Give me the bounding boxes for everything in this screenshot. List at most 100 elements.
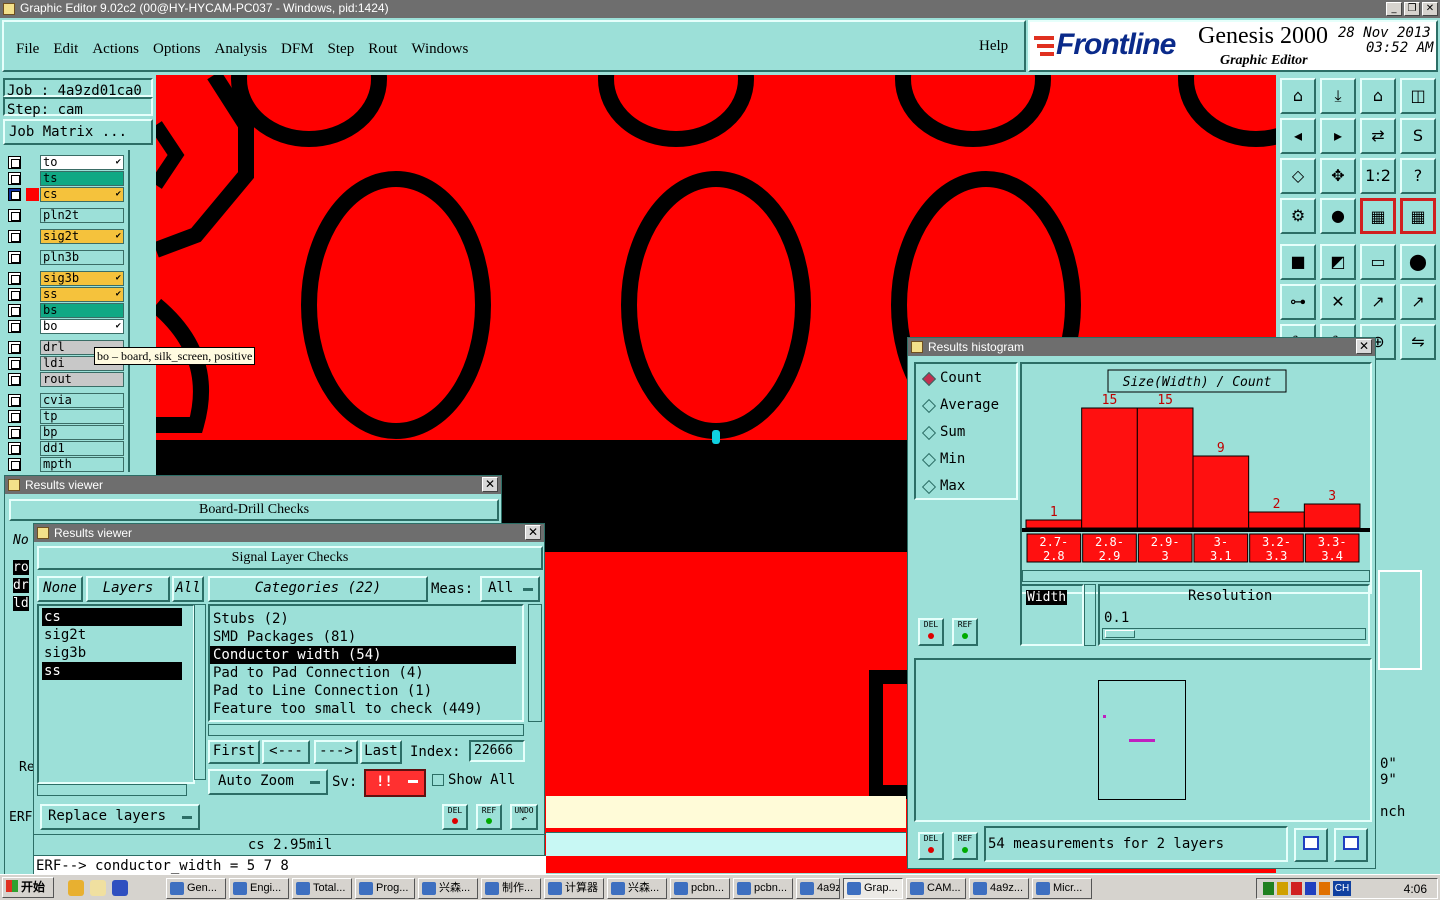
layer-list-scrollbar[interactable] <box>128 150 154 472</box>
ref-button[interactable]: REF <box>476 804 502 830</box>
tray-icon[interactable] <box>1263 882 1274 895</box>
meas-dropdown[interactable]: All <box>480 576 540 602</box>
layer-name[interactable]: sig2t ✔ <box>40 229 124 244</box>
layer-visibility-checkbox[interactable] <box>8 341 21 354</box>
toolbar-ruler-button[interactable]: ▭ <box>1360 244 1396 280</box>
input-language-indicator[interactable]: CH <box>1333 881 1351 896</box>
toolbar-grid-red-button[interactable]: ▦ <box>1360 198 1396 234</box>
layer-name[interactable]: to ✔ <box>40 155 124 170</box>
menu-item-actions[interactable]: Actions <box>92 41 139 58</box>
toolbar-settings-button[interactable]: ⚙ <box>1280 198 1316 234</box>
result-layer-item[interactable]: sig3b <box>42 644 182 662</box>
prev-button[interactable]: <--- <box>262 740 310 764</box>
layer-name[interactable]: bp <box>40 425 124 440</box>
taskbar-item[interactable]: Gen... <box>166 878 226 899</box>
toolbar-x-button[interactable]: ✕ <box>1320 284 1356 320</box>
toolbar-home-button[interactable]: ⌂ <box>1280 78 1316 114</box>
layer-visibility-checkbox[interactable] <box>8 458 21 471</box>
restore-button[interactable]: ❐ <box>1404 2 1420 16</box>
toolbar-node-button[interactable]: ⊶ <box>1280 284 1316 320</box>
result-layer-item[interactable]: cs <box>42 608 182 626</box>
layer-row-dd1[interactable]: dd1 <box>6 441 124 456</box>
histogram-bar[interactable] <box>1025 519 1083 529</box>
layer-row-mpth[interactable]: mpth <box>6 457 124 472</box>
layer-name[interactable]: cvia <box>40 393 124 408</box>
layer-visibility-checkbox[interactable] <box>8 394 21 407</box>
option-min[interactable]: Min <box>922 451 965 467</box>
layer-row-ts[interactable]: ts <box>6 171 124 186</box>
layer-row-ss[interactable]: ss ✔ <box>6 287 124 302</box>
layer-row-tp[interactable]: tp <box>6 409 124 424</box>
all-button[interactable]: All <box>172 576 204 602</box>
toolbar-grid-red2-button[interactable]: ▦ <box>1400 198 1436 234</box>
category-item[interactable]: SMD Packages (81) <box>210 628 516 646</box>
layer-visibility-checkbox[interactable] <box>8 288 21 301</box>
layer-list-hscroll[interactable] <box>37 784 187 796</box>
toolbar-flip-button[interactable]: ⇄ <box>1360 118 1396 154</box>
layer-visibility-checkbox[interactable] <box>8 172 21 185</box>
category-item[interactable]: Feature too small to check (449) <box>210 700 516 718</box>
layer-visibility-checkbox[interactable] <box>8 230 21 243</box>
layer-visibility-checkbox[interactable] <box>8 357 21 370</box>
layer-visibility-checkbox[interactable] <box>8 188 21 201</box>
histogram-bar[interactable] <box>1136 407 1194 529</box>
layer-row-sig3b[interactable]: sig3b ✔ <box>6 271 124 286</box>
doc-icon[interactable] <box>90 880 106 896</box>
option-max[interactable]: Max <box>922 478 965 494</box>
histogram-bar[interactable] <box>1303 503 1361 529</box>
help-menu[interactable]: Help <box>979 38 1008 55</box>
layer-name[interactable]: bs <box>40 303 124 318</box>
toolbar-s-button[interactable]: S <box>1400 118 1436 154</box>
next-button[interactable]: ---> <box>314 740 358 764</box>
zoom-all-button[interactable] <box>1334 828 1368 862</box>
category-item[interactable]: Conductor width (54) <box>210 646 516 664</box>
menu-item-windows[interactable]: Windows <box>411 41 468 58</box>
toolbar-probe-button[interactable]: ● <box>1320 198 1356 234</box>
layer-row-bo[interactable]: bo ✔ <box>6 319 124 334</box>
zoom-to-result-button[interactable] <box>1294 828 1328 862</box>
taskbar-item[interactable]: Grap... <box>843 878 903 899</box>
layer-name[interactable]: rout <box>40 372 124 387</box>
layer-name[interactable]: mpth <box>40 457 124 472</box>
close-button[interactable]: ✕ <box>1356 339 1372 354</box>
taskbar-item[interactable]: Micr... <box>1032 878 1092 899</box>
result-layer-item[interactable]: ss <box>42 662 182 680</box>
toolbar-download-button[interactable]: ⤓ <box>1320 78 1356 114</box>
layer-row-rout[interactable]: rout <box>6 372 124 387</box>
menu-item-edit[interactable]: Edit <box>53 41 78 58</box>
result-layer-item[interactable]: sig2t <box>42 626 182 644</box>
close-button[interactable]: ✕ <box>525 525 541 540</box>
del-button[interactable]: DEL <box>442 804 468 830</box>
none-button[interactable]: None <box>37 576 83 602</box>
media-icon[interactable] <box>68 880 84 896</box>
layer-visibility-checkbox[interactable] <box>8 410 21 423</box>
layer-visibility-checkbox[interactable] <box>8 320 21 333</box>
layer-visibility-checkbox[interactable] <box>8 304 21 317</box>
taskbar-item[interactable]: CAM... <box>906 878 966 899</box>
taskbar-item[interactable]: 制作... <box>481 878 541 899</box>
toolbar-house-button[interactable]: ⌂ <box>1360 78 1396 114</box>
layer-name[interactable]: pln3b <box>40 250 124 265</box>
toolbar-snap-button[interactable]: ■ <box>1280 244 1316 280</box>
result-layer-list[interactable]: cs sig2t sig3b ss <box>37 604 195 784</box>
option-average[interactable]: Average <box>922 397 999 413</box>
category-item[interactable]: Stubs (2) <box>210 610 516 628</box>
show-all-checkbox[interactable] <box>432 774 444 786</box>
taskbar-item[interactable]: Prog... <box>355 878 415 899</box>
layer-visibility-checkbox[interactable] <box>8 272 21 285</box>
resolution-slider[interactable] <box>1102 628 1366 640</box>
undo-button[interactable]: UNDO ↶ <box>510 804 538 830</box>
preview-ref-button[interactable]: REF <box>952 832 978 860</box>
chart-hscroll[interactable] <box>1022 570 1370 582</box>
toolbar-right-button[interactable]: ▸ <box>1320 118 1356 154</box>
toolbar-dot-button[interactable]: ⬤ <box>1400 244 1436 280</box>
menu-item-step[interactable]: Step <box>328 41 355 58</box>
toolbar-fit-button[interactable]: ◇ <box>1280 158 1316 194</box>
layer-visibility-checkbox[interactable] <box>8 426 21 439</box>
taskbar-item[interactable]: 计算器 <box>544 878 604 899</box>
taskbar-item[interactable]: Total... <box>292 878 352 899</box>
toolbar-move-button[interactable]: ↗ <box>1360 284 1396 320</box>
toolbar-split-button[interactable]: ◫ <box>1400 78 1436 114</box>
menu-item-dfm[interactable]: DFM <box>281 41 314 58</box>
toolbar-move2-button[interactable]: ↗ <box>1400 284 1436 320</box>
